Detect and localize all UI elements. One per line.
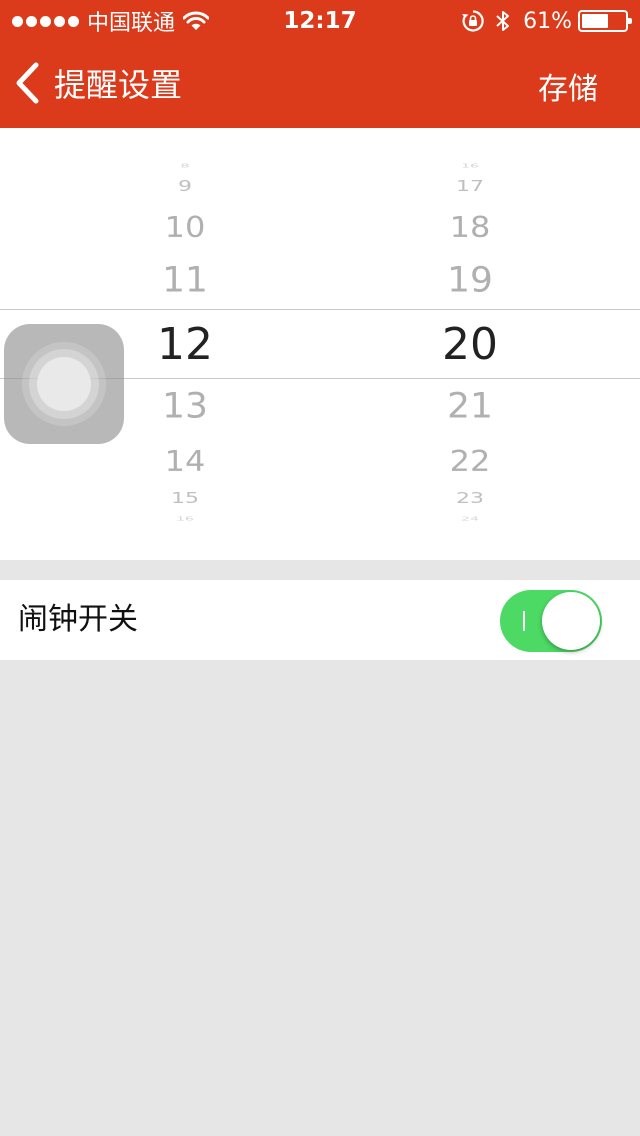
save-button[interactable]: 存储	[538, 64, 598, 108]
hour-option-13[interactable]: 13	[100, 389, 270, 425]
back-button[interactable]: 提醒设置	[14, 60, 182, 106]
hour-option-12[interactable]: 12	[100, 323, 270, 367]
minute-option-21[interactable]: 21	[390, 389, 550, 425]
bluetooth-icon	[496, 11, 510, 31]
minute-option-24[interactable]: 24	[390, 517, 550, 522]
minute-wheel[interactable]: 16 17 18 19 20 21 22 23 24	[390, 128, 550, 560]
minute-option-20[interactable]: 20	[390, 323, 550, 367]
hour-option-8[interactable]: 8	[100, 164, 270, 169]
chevron-left-icon	[16, 62, 39, 104]
hour-option-16[interactable]: 16	[100, 517, 270, 522]
hour-option-10[interactable]: 10	[100, 213, 270, 242]
hour-wheel[interactable]: 8 9 10 11 12 13 14 15 16	[100, 128, 270, 560]
app-screen: 中国联通 12:17 61% 提醒设置 存储 8 9 10 11 12 13 1…	[0, 0, 640, 1136]
minute-option-19[interactable]: 19	[390, 263, 550, 299]
minute-option-23[interactable]: 23	[390, 491, 550, 506]
battery-icon	[578, 10, 632, 32]
minute-option-16[interactable]: 16	[390, 164, 550, 169]
hour-option-14[interactable]: 14	[100, 447, 270, 476]
alarm-toggle[interactable]	[500, 590, 602, 652]
status-bar: 中国联通 12:17 61%	[0, 0, 640, 40]
assistive-touch-button[interactable]	[4, 324, 124, 444]
status-right: 61%	[461, 7, 632, 35]
minute-option-17[interactable]: 17	[390, 179, 550, 194]
header: 中国联通 12:17 61% 提醒设置 存储	[0, 0, 640, 128]
minute-option-22[interactable]: 22	[390, 447, 550, 476]
minute-option-18[interactable]: 18	[390, 213, 550, 242]
hour-option-11[interactable]: 11	[100, 263, 270, 299]
hour-option-9[interactable]: 9	[100, 179, 270, 194]
hour-option-15[interactable]: 15	[100, 491, 270, 506]
nav-bar: 提醒设置 存储	[0, 40, 640, 128]
battery-percentage: 61%	[523, 8, 572, 34]
page-title: 提醒设置	[54, 66, 183, 104]
rotation-lock-icon	[462, 10, 484, 32]
alarm-switch-label: 闹钟开关	[18, 602, 138, 637]
